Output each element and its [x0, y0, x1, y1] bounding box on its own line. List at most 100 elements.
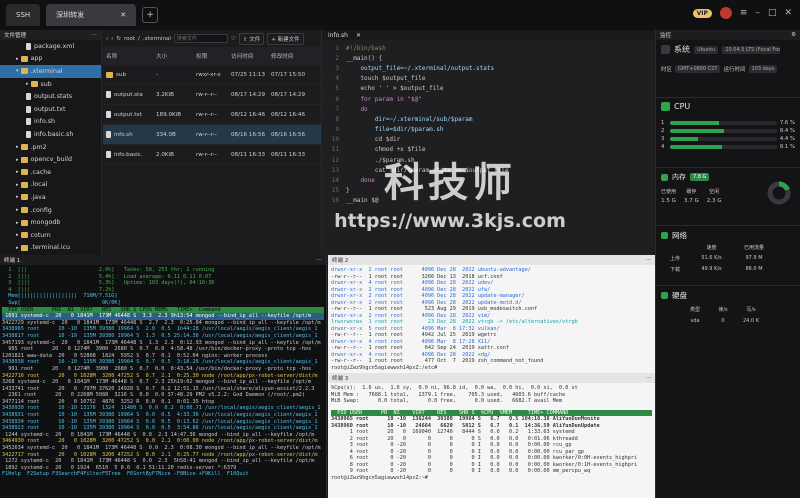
col-perm[interactable]: 权限 — [196, 52, 231, 60]
add-tab-button[interactable]: + — [142, 7, 159, 23]
htop-process-row[interactable]: 3452634 systemd-c 20 0 1841M 173M 46448 … — [2, 445, 324, 452]
htop-process-row[interactable]: 3457193 systemd-c 20 0 1841M 173M 46448 … — [2, 340, 324, 347]
cpu-core-percent: 8.1 % — [779, 144, 795, 150]
chevron-icon[interactable]: ▸ — [16, 182, 19, 188]
terminal-3-output[interactable]: %Cpu(s): 1.6 us, 1.6 sy, 0.0 ni, 96.8 id… — [328, 383, 655, 483]
tree-item[interactable]: ▸ .terminal.icu — [0, 242, 101, 255]
tree-item[interactable]: package.xml — [0, 40, 101, 53]
tree-item[interactable]: ▸ .config — [0, 204, 101, 217]
chevron-icon[interactable]: ▸ — [16, 144, 19, 150]
file-mtime: 08/16 16:56 — [271, 131, 306, 138]
col-mtime[interactable]: 修改时间 — [271, 52, 312, 60]
htop-process-row[interactable]: 3438965 root 10 -10 135M 39380 19964 S 2… — [2, 326, 324, 333]
htop-process-row[interactable]: 1244 systemd-c 20 0 1841M 173M 46448 S 0… — [2, 432, 324, 439]
new-file-button[interactable]: + 新建文件 — [267, 32, 304, 45]
chevron-icon[interactable]: ▸ — [16, 207, 19, 213]
file-row[interactable]: output.txt 189.0KiB rw-r--r-- 08/12 16:46 08… — [103, 105, 321, 125]
tree-item[interactable]: ▸ .cache — [0, 166, 101, 179]
htop-meter-line: Mem[|||||||||||||||||| 710M/7.51G] — [2, 293, 118, 300]
path-dir[interactable]: .xterminal — [143, 36, 171, 42]
terminal-2[interactable]: 终端 2 ⋯ drwxr-xr-x 2 root root 4096 Dec 2… — [328, 255, 655, 498]
close-icon[interactable]: ✕ — [120, 11, 126, 19]
code-area[interactable]: 1 #!/bin/bash 2 __main() {3 output_file=~/.… — [323, 40, 653, 206]
htop-process-row[interactable]: 1892 systemd-c 20 0 1924 6510 5 0.0 0.1 … — [2, 465, 324, 472]
tab-shenzhen[interactable]: 深圳转发 ✕ — [46, 4, 137, 26]
htop-process-row[interactable]: 3477114 root 20 0 10752 4876 3252 R 0.0 … — [2, 399, 324, 406]
top-process-row[interactable]: 6 root 0 -20 0 0 0 I 0.0 0.0 0:00.00 kwo… — [331, 455, 652, 462]
chevron-icon[interactable]: ▸ — [16, 56, 19, 62]
chevron-icon[interactable]: ▾ — [16, 68, 19, 74]
htop-process-row[interactable]: 3422729 systemd-c 20 0 1841M 173M 46448 … — [2, 320, 324, 327]
htop-process-row[interactable]: 991 root 20 0 1274M 3900 2680 S 0.7 0.0 … — [2, 366, 324, 373]
favorite-icon[interactable]: ♡ — [231, 36, 236, 42]
col-name[interactable]: 名称 — [106, 52, 156, 60]
col-size[interactable]: 大小 — [156, 52, 196, 60]
htop-process-row[interactable]: 3422717 root 20 0 1028M 3200 47252 S 0.0… — [2, 452, 324, 459]
more-icon[interactable]: ⋯ — [646, 257, 652, 263]
more-icon[interactable]: ⋯ — [646, 375, 652, 381]
chevron-icon[interactable]: ▸ — [16, 245, 19, 251]
tree-item[interactable]: ▸ .pm2 — [0, 141, 101, 154]
window-controls: VIP ≡ – □ ✕ — [692, 7, 792, 19]
path-root[interactable]: root — [124, 36, 135, 42]
htop-process-row[interactable]: 3438931 root 10 -10 135M 39380 19964 S 0… — [2, 412, 324, 419]
tree-item[interactable]: ▸ opencv_build — [0, 153, 101, 166]
tree-item[interactable]: ▸ coturn — [0, 229, 101, 242]
code-editor[interactable]: info.sh ✕ 1 #!/bin/bash 2 __main() {3 outpu… — [323, 30, 653, 255]
tree-item[interactable]: info.basic.sh — [0, 128, 101, 141]
htop-process-row[interactable]: 1201821 www-data 20 0 52808 1824 5952 S … — [2, 353, 324, 360]
file-search-input[interactable] — [173, 34, 228, 43]
terminal-1[interactable]: 终端 1 ⋯ 1 [|| 2.0%] Tasks: 58, 253 thr; 1… — [0, 255, 327, 498]
tree-item[interactable]: ▸ mongodb — [0, 216, 101, 229]
forward-icon[interactable]: › — [111, 36, 113, 42]
vip-badge[interactable]: VIP — [692, 8, 712, 18]
minimize-icon[interactable]: – — [755, 8, 760, 18]
refresh-icon[interactable]: ↻ — [116, 36, 121, 42]
close-icon[interactable]: ✕ — [356, 32, 361, 39]
line-number: 3 — [335, 64, 339, 72]
chevron-icon[interactable]: ▸ — [16, 169, 19, 175]
tab-ssh[interactable]: SSH — [6, 4, 41, 26]
tree-item[interactable]: ▸ sub — [0, 78, 101, 91]
htop-process-row[interactable]: 3438817 root 10 -10 135M 39380 19964 S 1… — [2, 333, 324, 340]
chevron-icon[interactable]: ▸ — [26, 81, 29, 87]
tree-item[interactable]: output.txt — [0, 103, 101, 116]
htop-process-row[interactable]: 1272 systemd-c 20 0 1841M 173M 46448 S 0… — [2, 458, 324, 465]
htop-process-row[interactable]: 3438934 root 10 -10 135M 39380 19964 S 0… — [2, 419, 324, 426]
tree-item[interactable]: output.stats — [0, 90, 101, 103]
tree-item[interactable]: ▸ .local — [0, 179, 101, 192]
htop-process-row[interactable]: 3464930 root 20 0 1028M 3200 47252 S 0.0… — [2, 438, 324, 445]
upload-button[interactable]: ⇧ 文件 — [238, 32, 265, 45]
htop-process-row[interactable]: 3438938 root 10 -10 135M 39380 19964 S 0… — [2, 359, 324, 366]
close-window-icon[interactable]: ✕ — [784, 8, 792, 18]
tree-item[interactable]: ▸ app — [0, 53, 101, 66]
htop-process-row[interactable]: 1091 systemd-c 20 0 1841M 173M 46448 S 3… — [2, 313, 324, 320]
settings-icon[interactable]: ⚙ — [791, 32, 796, 38]
htop-process-row[interactable]: 3438923 root 10 -10 135M 39380 19964 S 0… — [2, 425, 324, 432]
chevron-icon[interactable]: ▸ — [16, 232, 19, 238]
file-row[interactable]: output.sta 3.2KiB rw-r--r-- 08/17 14:29 08/1… — [103, 85, 321, 105]
collapse-icon[interactable]: ⋯ — [92, 32, 98, 38]
tree-item[interactable]: ▾ .xterminal — [0, 65, 101, 78]
htop-process-row[interactable]: 2361 root 20 0 2268M 5088 3216 S 0.0 0.0… — [2, 392, 324, 399]
more-icon[interactable]: ⋯ — [317, 257, 323, 263]
htop-process-row[interactable]: 3439930 root 10 -10 13176 1324 11400 S 0… — [2, 405, 324, 412]
chevron-icon[interactable]: ▸ — [16, 157, 19, 163]
avatar[interactable] — [719, 7, 732, 19]
back-icon[interactable]: ‹ — [106, 36, 108, 42]
chevron-icon[interactable]: ▸ — [16, 220, 19, 226]
col-atime[interactable]: 访问时间 — [231, 52, 271, 60]
chevron-icon[interactable]: ▸ — [16, 194, 19, 200]
htop-process-row[interactable]: 985 root 20 0 1274M 3900 2680 S 0.7 0.0 … — [2, 346, 324, 353]
tree-item[interactable]: info.sh — [0, 116, 101, 129]
maximize-icon[interactable]: □ — [768, 8, 777, 18]
htop-process-row[interactable]: 1433741 root 20 0 797M 37620 14928 S 0.7… — [2, 386, 324, 393]
tree-item[interactable]: ▸ .java — [0, 191, 101, 204]
htop-process-row[interactable]: 3422716 root 20 0 1028M 3200 47252 S 0.7… — [2, 373, 324, 380]
menu-icon[interactable]: ≡ — [740, 8, 748, 18]
htop-process-row[interactable]: 3268 systemd-c 20 0 1841M 173M 46448 S 0… — [2, 379, 324, 386]
file-row[interactable]: info.basic. 2.0KiB rw-r--r-- 08/11 16:33 08/… — [103, 145, 321, 165]
file-row[interactable]: sub - rwxr-xr-x 07/25 11:13 07/17 15:50 — [103, 65, 321, 85]
file-row[interactable]: info.sh 334.0B rw-r--r-- 08/16 16:56 08/16 1… — [103, 125, 321, 145]
code-text: done — [346, 177, 375, 185]
